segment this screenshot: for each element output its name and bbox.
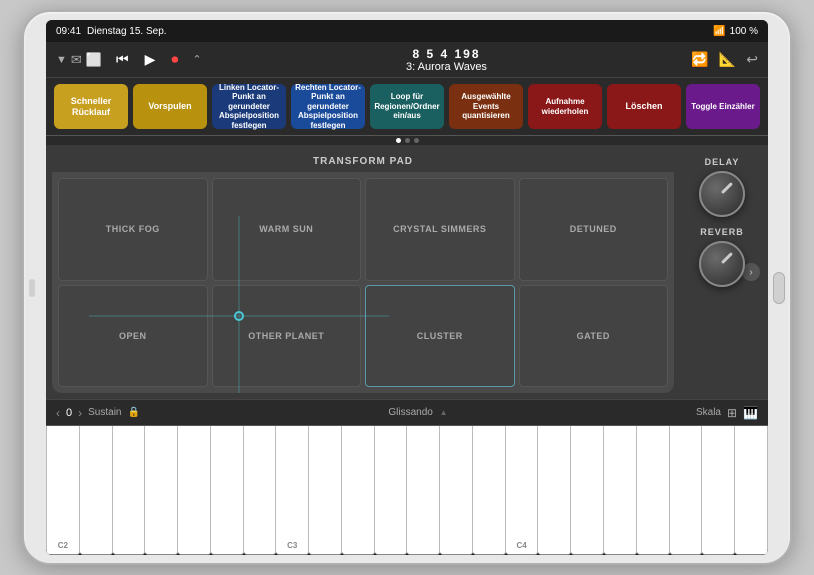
white-key-6[interactable] <box>244 426 277 555</box>
white-key-17[interactable] <box>604 426 637 555</box>
transport-controls: ⏮ ▶ ⏺ <box>112 49 182 70</box>
play-button[interactable]: ▶ <box>141 49 160 70</box>
lock-icon: 🔒 <box>127 407 139 418</box>
white-key-11[interactable] <box>407 426 440 555</box>
status-bar: 09:41 Dienstag 15. Sep. 📶 100 % <box>46 20 768 42</box>
pad-cell-gated[interactable]: GATED <box>519 285 669 388</box>
status-right: 📶 100 % <box>713 26 758 37</box>
more-icon[interactable]: ↩ <box>746 51 758 68</box>
delay-knob-section: DELAY <box>699 157 745 217</box>
glissando-label: Glissando <box>388 407 432 418</box>
white-key-1[interactable] <box>80 426 113 555</box>
quick-actions: Schneller Rücklauf Vorspulen Linken Loca… <box>46 78 768 136</box>
white-key-8[interactable] <box>309 426 342 555</box>
grid-icon[interactable]: ⊞ <box>727 406 737 420</box>
battery-status: 100 % <box>730 26 758 37</box>
screen: 09:41 Dienstag 15. Sep. 📶 100 % ▼ ✉ ⬜ ⏮ … <box>46 20 768 555</box>
pad-cell-other-planet[interactable]: OTHER PLANET <box>212 285 362 388</box>
page-dots <box>46 136 768 145</box>
status-date: Dienstag 15. Sep. <box>87 26 167 37</box>
pad-cell-warm-sun[interactable]: WARM SUN <box>212 178 362 281</box>
white-key-5[interactable] <box>211 426 244 555</box>
btn-linken-locator[interactable]: Linken Locator-Punkt an gerundeter Abspi… <box>212 84 286 129</box>
transport-title: 3: Aurora Waves <box>406 61 487 73</box>
white-key-7[interactable]: C3 <box>276 426 309 555</box>
keyboard-icon[interactable]: 🎹 <box>743 406 758 420</box>
skala-label: Skala <box>696 407 721 418</box>
btn-aufnahme[interactable]: Aufnahme wiederholen <box>528 84 602 129</box>
metronome-icon[interactable]: 📐 <box>719 51 736 68</box>
white-key-10[interactable] <box>375 426 408 555</box>
loop-icon[interactable]: 🔁 <box>691 51 708 68</box>
wifi-icon: 📶 <box>713 26 725 37</box>
delay-knob[interactable] <box>699 171 745 217</box>
rewind-button[interactable]: ⏮ <box>112 49 133 70</box>
white-key-15[interactable] <box>538 426 571 555</box>
white-key-4[interactable] <box>178 426 211 555</box>
btn-loop[interactable]: Loop für Regionen/Ordner ein/aus <box>370 84 444 129</box>
record-button[interactable]: ⏺ <box>167 49 182 70</box>
transport-right: 🔁 📐 ↩ <box>691 51 758 68</box>
white-key-19[interactable] <box>670 426 703 555</box>
btn-rechten-locator[interactable]: Rechten Locator-Punkt an gerundeter Absp… <box>291 84 365 129</box>
piano-keyboard[interactable]: C2 C3 C4 <box>46 425 768 555</box>
dot-2 <box>405 138 410 143</box>
white-key-9[interactable] <box>342 426 375 555</box>
dot-1 <box>396 138 401 143</box>
btn-vorspulen[interactable]: Vorspulen <box>133 84 207 129</box>
white-keys: C2 C3 C4 <box>46 426 768 555</box>
left-bump <box>29 279 35 297</box>
transport-counter: 8 5 4 198 <box>412 47 480 61</box>
delay-label: DELAY <box>705 157 740 167</box>
status-left: 09:41 Dienstag 15. Sep. <box>56 26 167 37</box>
btn-toggle[interactable]: Toggle Einzähler <box>686 84 760 129</box>
white-key-0[interactable]: C2 <box>46 426 80 555</box>
pad-cell-crystal-simmers[interactable]: CRYSTAL SIMMERS <box>365 178 515 281</box>
bottom-bar-center: Glissando ▲ <box>150 407 686 418</box>
transport-bar: ▼ ✉ ⬜ ⏮ ▶ ⏺ ⌃ 8 5 4 198 3: Aurora Waves … <box>46 42 768 78</box>
ipad-frame: 09:41 Dienstag 15. Sep. 📶 100 % ▼ ✉ ⬜ ⏮ … <box>22 10 792 565</box>
transform-pad-grid[interactable]: THICK FOG WARM SUN CRYSTAL SIMMERS DETUN… <box>52 172 674 393</box>
transform-pad-title: TRANSFORM PAD <box>52 151 674 172</box>
white-key-3[interactable] <box>145 426 178 555</box>
btn-ausgewahlte[interactable]: Ausgewählte Events quantisieren <box>449 84 523 129</box>
pad-cell-detuned[interactable]: DETUNED <box>519 178 669 281</box>
home-button[interactable] <box>773 272 785 304</box>
white-key-16[interactable] <box>571 426 604 555</box>
right-panel: DELAY › REVERB <box>682 151 762 393</box>
pad-cell-open[interactable]: OPEN <box>58 285 208 388</box>
main-content: TRANSFORM PAD THICK FOG WARM SUN CRYSTAL… <box>46 145 768 399</box>
white-key-18[interactable] <box>637 426 670 555</box>
pad-cell-cluster[interactable]: CLUSTER <box>365 285 515 388</box>
white-key-12[interactable] <box>440 426 473 555</box>
btn-loschen[interactable]: Löschen <box>607 84 681 129</box>
transform-pad-panel[interactable]: TRANSFORM PAD THICK FOG WARM SUN CRYSTAL… <box>52 151 674 393</box>
reverb-knob[interactable] <box>699 241 745 287</box>
pad-cell-thick-fog[interactable]: THICK FOG <box>58 178 208 281</box>
btn-schneller-rucklauf[interactable]: Schneller Rücklauf <box>54 84 128 129</box>
next-octave-button[interactable]: › <box>78 406 82 420</box>
white-key-14[interactable]: C4 <box>506 426 539 555</box>
white-key-20[interactable] <box>702 426 735 555</box>
sustain-label: Sustain <box>88 407 121 418</box>
reverb-knob-section: REVERB <box>699 227 745 287</box>
bottom-bar: ‹ 0 › Sustain 🔒 Glissando ▲ Skala ⊞ 🎹 <box>46 399 768 425</box>
status-time: 09:41 <box>56 26 81 37</box>
dot-3 <box>414 138 419 143</box>
reverb-label: REVERB <box>700 227 744 237</box>
bottom-bar-left: ‹ 0 › Sustain 🔒 <box>56 406 140 420</box>
bottom-bar-right: Skala ⊞ 🎹 <box>696 406 758 420</box>
octave-number: 0 <box>66 407 72 419</box>
white-key-21[interactable] <box>735 426 768 555</box>
white-key-2[interactable] <box>113 426 146 555</box>
transform-pad-container: TRANSFORM PAD THICK FOG WARM SUN CRYSTAL… <box>46 145 768 399</box>
white-key-13[interactable] <box>473 426 506 555</box>
prev-octave-button[interactable]: ‹ <box>56 406 60 420</box>
transport-center: 8 5 4 198 3: Aurora Waves <box>212 47 682 73</box>
